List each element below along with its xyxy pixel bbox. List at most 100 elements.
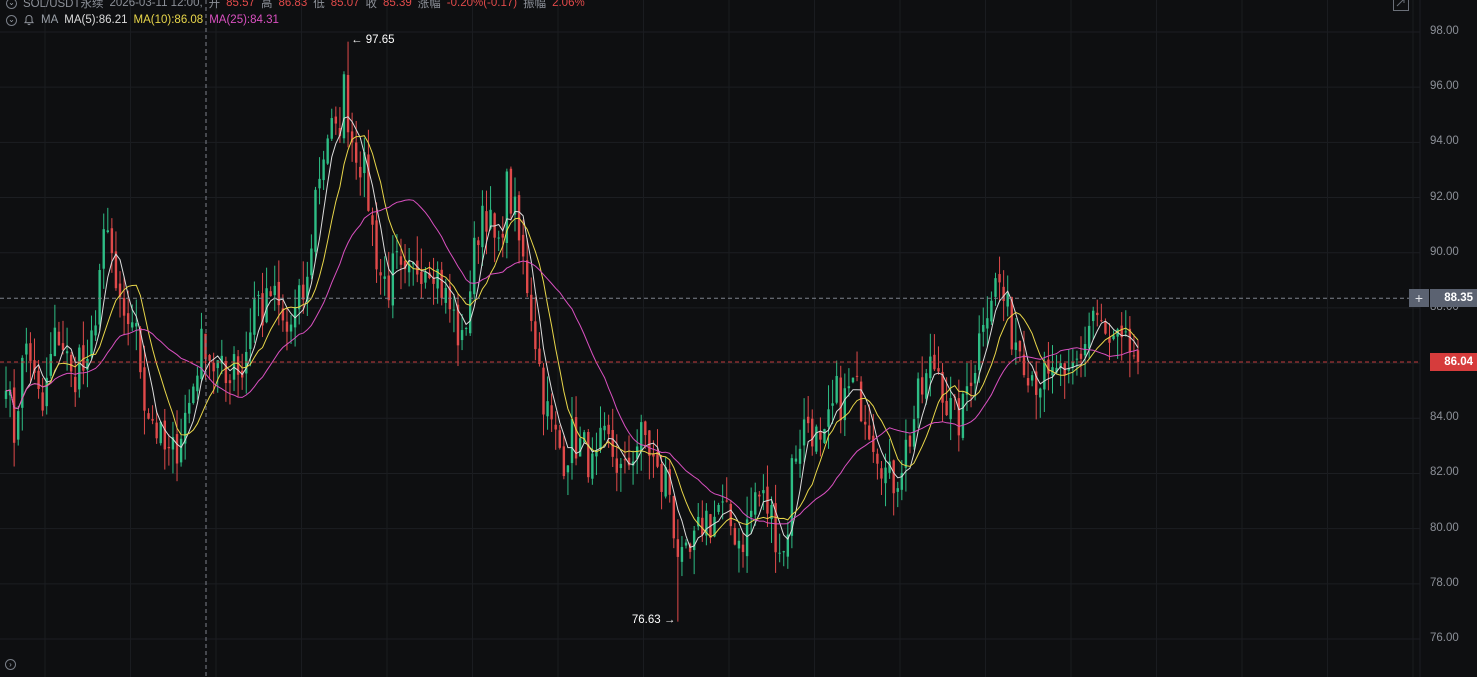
candle-body — [904, 439, 908, 468]
candle-body — [485, 211, 488, 232]
price-tick-label: 78.00 — [1430, 576, 1459, 589]
low-label: 低 — [313, 0, 325, 10]
candle-body — [1014, 342, 1018, 350]
candle-body — [135, 323, 138, 327]
high-price-value: 97.65 — [365, 33, 395, 46]
candle-body — [835, 375, 838, 403]
candle-body — [175, 434, 179, 464]
candle-body — [855, 375, 859, 377]
open-value: 85.57 — [226, 0, 255, 9]
add-crosshair-button[interactable]: + — [1409, 289, 1429, 308]
candle-body — [163, 420, 167, 450]
indicator-collapse-icon[interactable]: ⌄ — [6, 14, 17, 26]
candle-body — [615, 458, 618, 473]
candle-body — [648, 430, 651, 456]
candle-body — [17, 411, 20, 440]
candle-body — [464, 328, 468, 330]
candle-body — [12, 387, 16, 443]
candle-body — [994, 278, 997, 297]
candle-body — [1047, 359, 1050, 374]
candle-body — [977, 333, 981, 371]
ma5-line — [5, 116, 1139, 548]
expand-panel-icon[interactable]: › — [5, 659, 16, 670]
price-tick-label: 90.00 — [1430, 245, 1459, 258]
candle-body — [916, 378, 920, 419]
candle-body — [644, 421, 647, 436]
candle-body — [367, 154, 370, 211]
candle-body — [566, 465, 570, 473]
candle-body — [334, 116, 338, 124]
candle-body — [106, 230, 109, 233]
candle-body — [379, 272, 382, 276]
indicator-name[interactable]: MA — [41, 14, 58, 26]
candle-body — [371, 215, 374, 225]
candle-body — [326, 138, 329, 164]
candle-body — [526, 260, 529, 294]
candle-body — [680, 547, 684, 562]
candle-body — [249, 332, 252, 350]
candle-body — [925, 373, 928, 399]
collapse-chevron-icon[interactable]: ⌄ — [6, 0, 17, 9]
candle-body — [399, 256, 403, 265]
candle-body — [957, 398, 961, 436]
candle-body — [1039, 388, 1042, 398]
candle-body — [692, 530, 696, 551]
candle-body — [1075, 358, 1079, 360]
candle-body — [473, 237, 476, 295]
candle-body — [587, 431, 590, 478]
candle-body — [420, 271, 423, 284]
candle-body — [982, 324, 985, 332]
candle-body — [758, 494, 761, 497]
candle-body — [896, 488, 899, 492]
candle-body — [611, 429, 614, 457]
candle-body — [1092, 310, 1095, 322]
candle-body — [570, 419, 574, 464]
price-tick-label: 94.00 — [1430, 135, 1459, 148]
bell-icon[interactable] — [23, 14, 35, 26]
candle-body — [188, 402, 191, 414]
candle-body — [546, 401, 549, 417]
candle-body — [1018, 341, 1022, 352]
candle-body — [672, 495, 675, 539]
candle-body — [542, 367, 545, 415]
candle-body — [961, 393, 965, 438]
candle-body — [102, 229, 105, 269]
candle-body — [684, 542, 688, 546]
candlestick-chart[interactable] — [0, 0, 1477, 677]
candle-body — [603, 425, 606, 431]
candle-body — [794, 458, 798, 462]
candle-body — [216, 360, 219, 369]
price-tick-label: 92.00 — [1430, 190, 1459, 203]
candle-body — [578, 438, 582, 457]
candle-body — [509, 168, 513, 214]
candle-body — [322, 159, 325, 181]
candle-body — [908, 435, 912, 447]
candle-body — [1132, 355, 1136, 357]
candle-body — [179, 438, 183, 463]
candle-body — [25, 343, 28, 355]
candle-body — [236, 356, 240, 375]
candle-body — [481, 205, 484, 248]
candle-body — [469, 291, 472, 334]
price-axis[interactable]: 76.0078.0080.0082.0084.0086.0088.0090.00… — [1420, 0, 1477, 677]
candle-body — [131, 322, 134, 328]
candle-body — [619, 463, 623, 469]
candle-body — [859, 381, 863, 422]
candle-body — [664, 467, 667, 497]
open-label: 开 — [208, 0, 221, 10]
fullscreen-icon[interactable] — [1392, 0, 1410, 12]
candle-body — [452, 309, 456, 311]
candle-body — [375, 220, 378, 270]
candle-body — [1026, 378, 1030, 386]
candle-body — [701, 517, 704, 535]
chart-grid — [0, 0, 1421, 677]
candle-body — [391, 253, 395, 306]
candle-body — [4, 390, 8, 399]
candle-body — [346, 74, 350, 133]
candle-body — [725, 500, 728, 502]
moving-averages — [5, 116, 1139, 548]
candle-body — [69, 354, 73, 372]
change-label: 涨幅 — [417, 0, 441, 10]
candle-body — [1112, 335, 1115, 340]
candle-body — [827, 409, 830, 427]
